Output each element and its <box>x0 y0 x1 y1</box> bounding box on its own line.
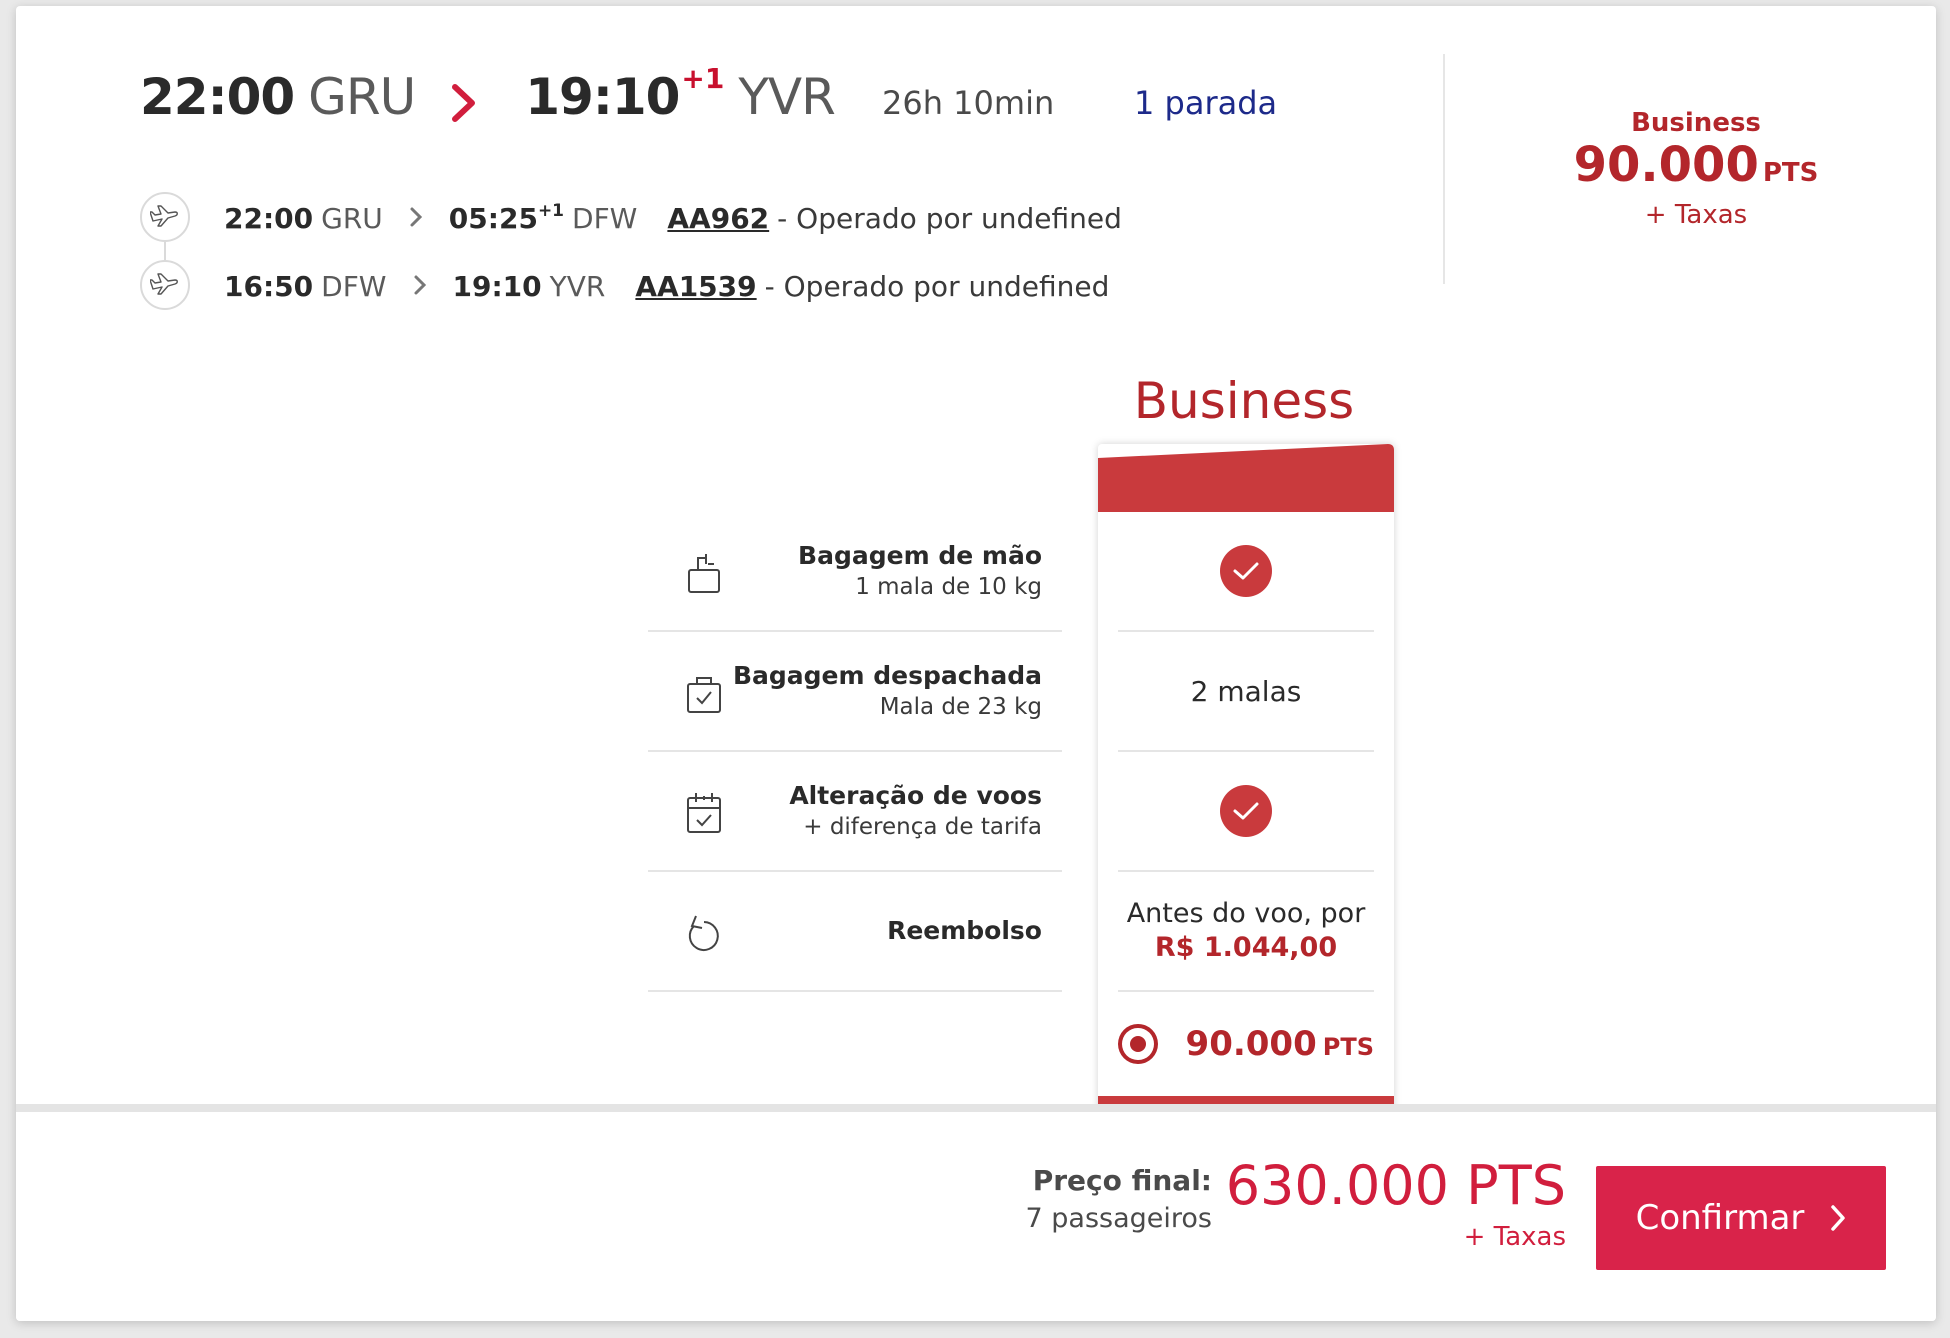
chevron-right-icon <box>1830 1204 1846 1232</box>
feature-label: Alteração de voos + diferença de tarifa <box>789 752 1042 870</box>
airplane-icon <box>140 192 190 242</box>
segment-arrival-airport: YVR <box>549 269 606 303</box>
segments-list: 22:00 GRU 05:25 +1 DFW AA962 - Operado p… <box>140 184 1122 320</box>
feature-title: Bagagem de mão <box>798 541 1042 570</box>
airplane-icon <box>140 260 190 310</box>
segment-departure-airport: DFW <box>321 269 387 303</box>
segment-arrival-time: 19:10 <box>452 269 542 303</box>
confirm-label: Confirmar <box>1635 1198 1805 1238</box>
carry-on-bag-icon <box>684 550 724 596</box>
fare-column-title: Business <box>1133 372 1355 430</box>
segment-arrival-time: 05:25 <box>448 201 538 235</box>
fare-points-value: 90.000 <box>1185 1024 1317 1064</box>
total-taxes: + Taxas <box>1463 1222 1566 1252</box>
calendar-change-icon <box>684 790 724 836</box>
fare-column-header-bar <box>1098 444 1394 512</box>
check-icon <box>1220 545 1272 597</box>
feature-subtitle: 1 mala de 10 kg <box>855 574 1042 600</box>
feature-label: Bagagem de mão 1 mala de 10 kg <box>798 512 1042 630</box>
confirm-button[interactable]: Confirmar <box>1596 1166 1886 1270</box>
final-price-label: Preço final: 7 passageiros <box>1026 1164 1212 1234</box>
segment-details: 22:00 GRU 05:25 +1 DFW AA962 - Operado p… <box>224 200 1122 235</box>
feature-row-carry-on: Bagagem de mão 1 mala de 10 kg <box>648 512 1062 632</box>
arrival-time: 19:10 <box>525 68 680 126</box>
total-points: 630.000 PTS <box>1225 1154 1566 1217</box>
fare-points: 90.000 PTS <box>1186 1024 1374 1064</box>
chevron-right-icon <box>413 270 427 303</box>
segment-row: 16:50 DFW 19:10 YVR AA1539 - Operado por… <box>140 252 1122 320</box>
segment-arrival-airport: DFW <box>572 201 638 235</box>
arrival-day-offset: +1 <box>681 62 725 95</box>
flight-number-link[interactable]: AA1539 <box>635 270 756 303</box>
segment-departure-airport: GRU <box>321 201 383 235</box>
fare-points-unit: PTS <box>1322 1033 1374 1061</box>
refund-text: Antes do voo, por <box>1126 898 1366 929</box>
flight-number-link[interactable]: AA962 <box>667 202 769 235</box>
carry-on-value <box>1118 512 1374 632</box>
points-value: 90.000 <box>1573 137 1759 193</box>
feature-subtitle: Mala de 23 kg <box>879 694 1042 720</box>
refund-value: Antes do voo, por R$ 1.044,00 <box>1118 872 1374 992</box>
change-value <box>1118 752 1374 872</box>
check-icon <box>1220 785 1272 837</box>
segment-details: 16:50 DFW 19:10 YVR AA1539 - Operado por… <box>224 270 1109 303</box>
operator-text: - Operado por undefined <box>764 269 1110 303</box>
booking-footer: Preço final: 7 passageiros 630.000 PTS +… <box>16 1104 1936 1321</box>
refund-price: R$ 1.044,00 <box>1154 932 1338 963</box>
taxes-label: + Taxas <box>1644 200 1748 230</box>
fare-class-label: Business <box>1631 108 1761 138</box>
arrival-airport: YVR <box>738 68 835 126</box>
stops-link[interactable]: 1 parada <box>1134 84 1277 122</box>
passenger-count: 7 passageiros <box>1025 1203 1212 1234</box>
departure-airport: GRU <box>308 68 416 126</box>
feature-row-change: Alteração de voos + diferença de tarifa <box>648 752 1062 872</box>
flight-detail-card: 22:00 GRU 19:10 +1 YVR 26h 10min 1 parad… <box>16 6 1936 1321</box>
segment-departure-time: 22:00 <box>224 201 314 235</box>
segment-day-offset: +1 <box>537 200 565 221</box>
chevron-right-icon <box>451 68 491 138</box>
final-price-heading: Preço final: <box>1032 1164 1212 1197</box>
refund-icon <box>684 910 724 956</box>
feature-title: Reembolso <box>887 916 1042 945</box>
flight-duration: 26h 10min <box>882 84 1055 122</box>
feature-label: Bagagem despachada Mala de 23 kg <box>733 632 1042 750</box>
price-summary: Business 90.000 PTS + Taxas <box>1486 108 1906 230</box>
operator-text: - Operado por undefined <box>777 201 1122 235</box>
vertical-divider <box>1443 54 1445 284</box>
final-price: 630.000 PTS + Taxas <box>1226 1154 1566 1252</box>
segment-row: 22:00 GRU 05:25 +1 DFW AA962 - Operado p… <box>140 184 1122 268</box>
feature-label: Reembolso <box>887 872 1042 990</box>
fare-column-business[interactable]: 2 malas Antes do voo, por R$ 1.044,00 90… <box>1098 444 1394 1124</box>
checked-bag-icon <box>684 670 724 716</box>
feature-title: Alteração de voos <box>789 781 1042 810</box>
points-unit: PTS <box>1762 158 1819 188</box>
feature-subtitle: + diferença de tarifa <box>803 814 1042 840</box>
feature-title: Bagagem despachada <box>732 661 1042 690</box>
feature-row-refund: Reembolso <box>648 872 1062 992</box>
checked-bag-value: 2 malas <box>1118 632 1374 752</box>
fare-select-option[interactable]: 90.000 PTS <box>1118 992 1374 1096</box>
feature-row-checked-bag: Bagagem despachada Mala de 23 kg <box>648 632 1062 752</box>
radio-dot <box>1129 1036 1146 1052</box>
segment-departure-time: 16:50 <box>224 269 314 303</box>
main-route: 22:00 GRU 19:10 +1 YVR <box>140 62 836 138</box>
points-price: 90.000 PTS <box>1486 138 1906 200</box>
chevron-right-icon <box>409 202 423 235</box>
radio-selected-icon[interactable] <box>1118 1024 1158 1064</box>
departure-time: 22:00 <box>140 68 295 126</box>
